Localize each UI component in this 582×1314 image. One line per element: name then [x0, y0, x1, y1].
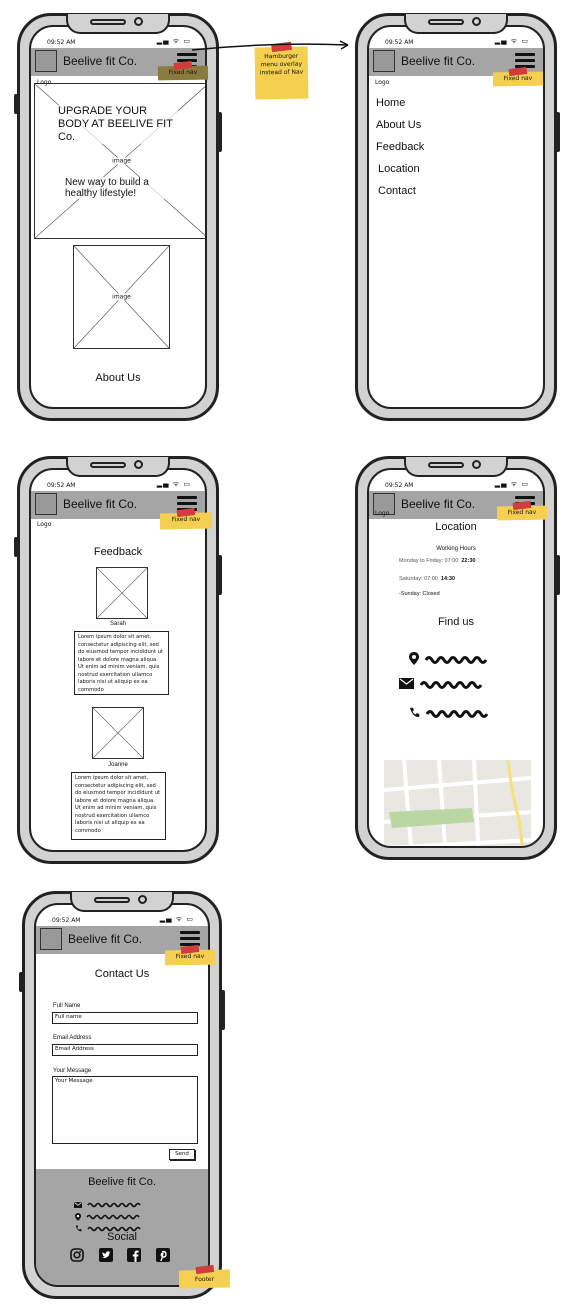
- status-time: 09:52 AM: [385, 482, 414, 489]
- envelope-icon: [399, 678, 414, 689]
- address-row[interactable]: [409, 648, 490, 667]
- brand-name[interactable]: Beelive fit Co.: [401, 497, 475, 511]
- location-title: Location: [435, 521, 477, 533]
- phone-notch: [404, 14, 508, 34]
- brand-name[interactable]: Beelive fit Co.: [63, 497, 137, 511]
- working-hours-title: Working Hours: [436, 546, 476, 552]
- status-icons: ▂▄ ᯤ ▭: [494, 480, 529, 488]
- email-row[interactable]: [399, 673, 485, 692]
- image-label: image: [111, 293, 132, 301]
- phone-notch: [66, 457, 170, 477]
- phone-notch: [66, 14, 170, 34]
- social-icons-row: [70, 1248, 170, 1262]
- phone-row[interactable]: [409, 702, 491, 721]
- instagram-icon[interactable]: [70, 1248, 84, 1262]
- status-time: 09:52 AM: [52, 917, 81, 924]
- logo-placeholder[interactable]: [373, 50, 395, 72]
- fixed-nav-sticky-note: Fixed nav: [496, 500, 548, 521]
- contact-title: Contact Us: [94, 968, 150, 980]
- annotation-arrow: [191, 40, 349, 51]
- social-title: Social: [107, 1231, 137, 1243]
- sticky-note-text: Fixed nav: [507, 508, 537, 517]
- brand-name[interactable]: Beelive fit Co.: [401, 54, 475, 68]
- twitter-icon[interactable]: [98, 1248, 113, 1262]
- about-us-title: About Us: [95, 372, 141, 384]
- hours-saturday: Saturday: 07:00 14:30: [399, 576, 455, 582]
- brand-name[interactable]: Beelive fit Co.: [68, 932, 142, 946]
- image-label: image: [111, 157, 132, 165]
- menu-item-location[interactable]: Location: [378, 163, 420, 175]
- phone-icon: [410, 707, 420, 718]
- feedback-title: Feedback: [93, 546, 143, 558]
- hours-weekday: Monday to Friday: 07:00 22:30: [399, 558, 475, 564]
- sticky-note-text: Fixed nav: [168, 68, 198, 77]
- review-text: Lorem ipsum dolor sit amet, consectetur …: [74, 631, 169, 695]
- email-label: Email Address: [53, 1035, 92, 1041]
- status-time: 09:52 AM: [385, 39, 414, 46]
- menu-item-about-us[interactable]: About Us: [376, 119, 421, 131]
- status-time: 09:52 AM: [47, 39, 76, 46]
- status-icons: ▂▄ ᯤ ▭: [156, 480, 191, 488]
- scribbled-text: [425, 709, 489, 718]
- fixed-nav-sticky-note: Fixed nav: [157, 60, 209, 81]
- message-textarea[interactable]: Your Message: [52, 1076, 198, 1144]
- status-icons: ▂▄ ᯤ ▭: [494, 37, 529, 45]
- about-image-placeholder: image: [73, 245, 170, 349]
- fixed-nav-sticky-note: Fixed nav: [492, 66, 544, 87]
- fixed-nav-sticky-note: Fixed nav: [159, 507, 213, 530]
- facebook-icon[interactable]: [127, 1248, 142, 1262]
- hours-close: 14:30: [440, 576, 455, 582]
- hours-sunday: -Sunday: Closed: [399, 591, 440, 597]
- footer: Beelive fit Co. Social: [36, 1169, 208, 1285]
- sticky-note-text: Fixed nav: [175, 952, 205, 961]
- map-pin-icon: [409, 652, 419, 665]
- logo-placeholder[interactable]: [35, 493, 57, 515]
- footer-brand: Beelive fit Co.: [88, 1176, 156, 1188]
- find-us-title: Find us: [437, 616, 475, 628]
- location-map[interactable]: [384, 760, 531, 848]
- reviewer-name: Sarah: [109, 621, 126, 627]
- logo-label: Logo: [375, 79, 390, 86]
- pinterest-icon[interactable]: [155, 1248, 170, 1262]
- hero-tagline: New way to build a healthy lifestyle!: [65, 177, 175, 199]
- status-icons: ▂▄ ᯤ ▭: [159, 915, 194, 923]
- screen-location: 09:52 AM ▂▄ ᯤ ▭ Beelive fit Co. Logo Loc…: [367, 468, 545, 848]
- status-icons: ▂▄ ᯤ ▭: [156, 37, 191, 45]
- email-input[interactable]: Email Address: [52, 1044, 198, 1056]
- logo-placeholder[interactable]: [40, 928, 62, 950]
- sticky-note-text: Fixed nav: [503, 74, 533, 83]
- phone-notch: [404, 457, 508, 477]
- brand-name[interactable]: Beelive fit Co.: [63, 54, 137, 68]
- logo-label: Logo: [37, 79, 52, 86]
- send-button[interactable]: Send: [169, 1149, 195, 1160]
- hours-days: -Sunday: Closed: [399, 591, 440, 597]
- logo-placeholder[interactable]: [35, 50, 57, 72]
- scribbled-text: [424, 655, 488, 664]
- sticky-note-text: Footer: [194, 1275, 215, 1284]
- hours-days: Saturday: 07:00: [399, 576, 438, 582]
- menu-item-feedback[interactable]: Feedback: [376, 141, 424, 153]
- message-label: Your Message: [53, 1068, 92, 1074]
- menu-item-contact[interactable]: Contact: [378, 185, 416, 197]
- logo-label: Logo: [37, 521, 52, 528]
- hours-days: Monday to Friday: 07:00: [399, 558, 459, 564]
- footer-sticky-note: Footer: [178, 1264, 231, 1289]
- reviewer-photo: [92, 707, 144, 759]
- menu-item-home[interactable]: Home: [376, 97, 405, 109]
- review-text: Lorem ipsum dolor sit amet, consectetur …: [71, 772, 166, 840]
- phone-notch: [70, 892, 174, 912]
- reviewer-photo: [96, 567, 148, 619]
- full-name-input[interactable]: Full name: [52, 1012, 198, 1024]
- screen-home: 09:52 AM ▂▄ ᯤ ▭ Beelive fit Co. Logo ima…: [29, 25, 207, 409]
- fixed-nav-sticky-note: Fixed nav: [164, 944, 216, 966]
- hero-headline: UPGRADE YOUR BODY AT BEELIVE FIT Co.: [58, 105, 178, 144]
- hours-close: 22:30: [461, 558, 476, 564]
- full-name-label: Full Name: [53, 1003, 81, 1009]
- scribbled-text: [419, 680, 483, 689]
- reviewer-name: Joanne: [108, 762, 128, 768]
- status-time: 09:52 AM: [47, 482, 76, 489]
- sticky-note-text: Fixed nav: [171, 515, 201, 524]
- logo-label: Logo: [375, 510, 390, 517]
